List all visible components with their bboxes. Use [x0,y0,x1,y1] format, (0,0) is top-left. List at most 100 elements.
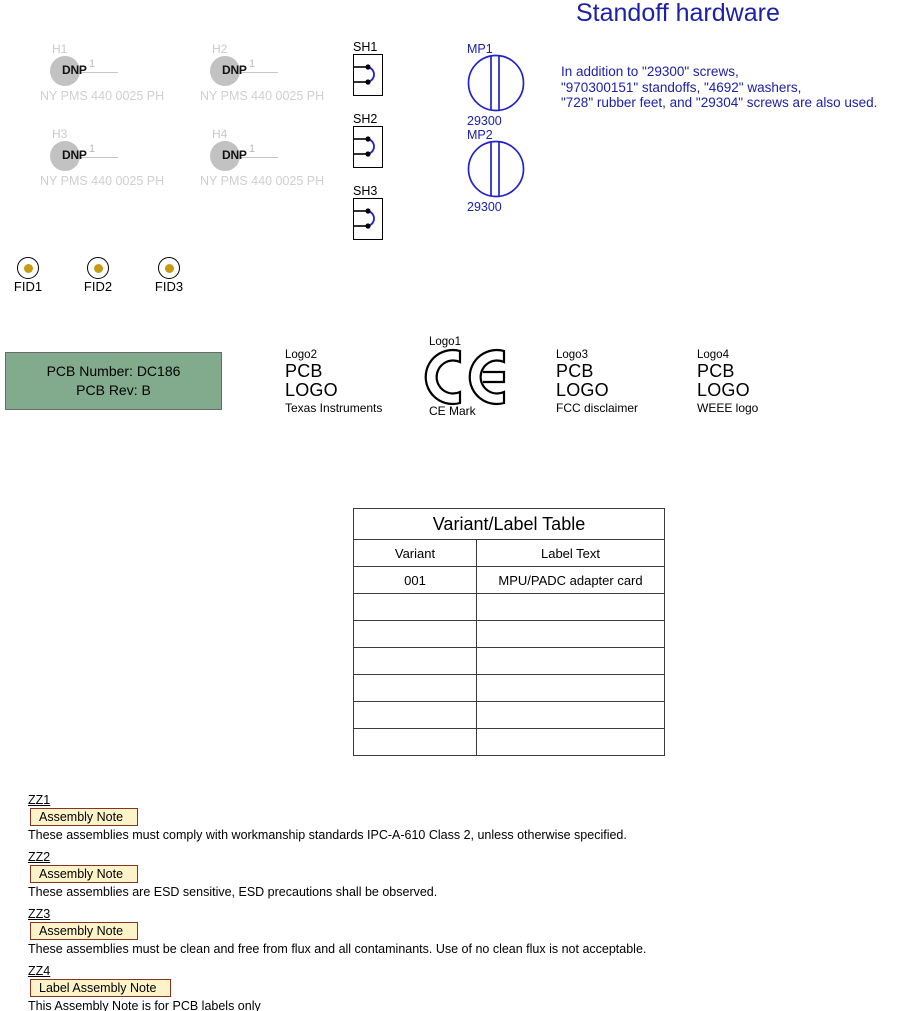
standoff-note-line-1: In addition to "29300" screws, [561,64,739,79]
assembly-note-zz1[interactable]: ZZ1 Assembly Note These assemblies must … [28,793,627,843]
assembly-note-ref: ZZ1 [28,793,51,807]
assembly-note-zz4[interactable]: ZZ4 Label Assembly Note This Assembly No… [28,964,261,1011]
pin-number: 1 [89,58,96,70]
cell-variant [353,647,477,675]
assembly-note-badge: Assembly Note [30,922,139,940]
dnp-marker: DNP [62,63,87,77]
component-mp2[interactable]: MP2 29300 [467,128,547,214]
assembly-note-zz3[interactable]: ZZ3 Assembly Note These assemblies must … [28,907,646,957]
assembly-note-ref: ZZ4 [28,964,51,978]
table-row[interactable] [353,647,665,675]
fiducial-icon [17,257,39,279]
ce-mark-icon [424,348,506,406]
logo-block-logo4[interactable]: Logo4 PCB LOGO WEEE logo [697,349,847,415]
pin-number: 1 [249,58,256,70]
assembly-note-ref: ZZ3 [28,907,51,921]
cell-variant [353,593,477,621]
table-row[interactable] [353,701,665,729]
page-title: Standoff hardware [576,0,780,27]
fiducial-icon [158,257,180,279]
table-row[interactable] [353,593,665,621]
logo-placeholder-line-1: PCB [697,361,735,381]
logo-block-logo3[interactable]: Logo3 PCB LOGO FCC disclaimer [556,349,706,415]
assembly-note-zz2[interactable]: ZZ2 Assembly Note These assemblies are E… [28,850,437,900]
assembly-note-text: This Assembly Note is for PCB labels onl… [28,999,261,1011]
table-title: Variant/Label Table [353,508,665,540]
logo-description: CE Mark [429,404,476,418]
shield-jumper-icon [354,64,375,85]
pcb-info-box: PCB Number: DC186 PCB Rev: B [5,352,222,410]
part-number-label: 29300 [467,114,502,128]
fiducial-icon [87,257,109,279]
table-title-row: Variant/Label Table [353,508,665,540]
part-number-label: NY PMS 440 0025 PH [40,174,165,188]
assembly-note-text: These assemblies must be clean and free … [28,942,647,956]
table-row[interactable] [353,620,665,648]
component-ref-designator: H4 [212,127,228,141]
component-ref-designator: SH1 [353,40,378,54]
assembly-note-badge: Assembly Note [30,865,139,883]
component-ref-designator: FID3 [154,279,184,294]
table-row[interactable] [353,674,665,702]
schematic-sheet: Standoff hardware H1 1 DNP NY PMS 440 00… [0,0,922,1011]
logo-description: WEEE logo [697,401,759,415]
component-fid2[interactable]: FID2 [84,257,117,297]
part-number-label: NY PMS 440 0025 PH [200,89,325,103]
logo-placeholder-line-2: LOGO [556,380,609,400]
shield-jumper-icon [354,208,375,229]
component-ref-designator: FID2 [83,279,113,294]
cell-label-text [476,701,665,729]
part-number-label: 29300 [467,200,502,214]
cell-variant [353,728,477,756]
dnp-marker: DNP [62,148,87,162]
cell-variant [353,701,477,729]
standoff-screw-icon [467,54,525,112]
cell-label-text [476,647,665,675]
cell-variant [353,620,477,648]
pin-number: 1 [89,143,96,155]
pin-number: 1 [249,143,256,155]
logo-placeholder-line-2: LOGO [697,380,750,400]
assembly-note-text: These assemblies must comply with workma… [28,828,627,842]
dnp-marker: DNP [222,63,247,77]
standoff-note: In addition to "29300" screws, "97030015… [561,64,877,111]
part-number-label: NY PMS 440 0025 PH [40,89,165,103]
component-h1[interactable]: H1 1 DNP NY PMS 440 0025 PH [40,42,220,112]
assembly-note-text: These assemblies are ESD sensitive, ESD … [28,885,438,899]
logo-ref-designator: Logo1 [429,336,461,348]
pcb-number-text: PCB Number: DC186 [46,363,181,379]
cell-label-text [476,728,665,756]
cell-variant: 001 [353,566,477,594]
component-sh3[interactable]: SH3 [353,184,393,242]
table-row[interactable] [353,728,665,756]
standoff-screw-icon [467,140,525,198]
logo-description: FCC disclaimer [556,401,639,415]
component-h3[interactable]: H3 1 DNP NY PMS 440 0025 PH [40,127,220,197]
component-mp1[interactable]: MP1 29300 [467,42,547,128]
component-fid1[interactable]: FID1 [14,257,47,297]
component-sh2[interactable]: SH2 [353,112,393,170]
cell-label-text [476,593,665,621]
component-ref-designator: FID1 [13,279,43,294]
component-ref-designator: H2 [212,42,228,56]
component-ref-designator: SH2 [353,112,378,126]
standoff-note-line-3: "728" rubber feet, and "29304" screws ar… [561,95,878,110]
variant-label-table: Variant/Label Table Variant Label Text 0… [353,508,665,756]
cell-label-text [476,620,665,648]
cell-label-text [476,674,665,702]
table-row[interactable]: 001 MPU/PADC adapter card [353,566,665,594]
component-fid3[interactable]: FID3 [155,257,188,297]
fiducial-dot-icon [93,263,103,273]
component-ref-designator: H3 [52,127,68,141]
assembly-note-badge: Assembly Note [30,808,139,826]
dnp-marker: DNP [222,148,247,162]
cell-variant [353,674,477,702]
component-ref-designator: H1 [52,42,68,56]
logo-block-logo1[interactable]: Logo1 CE Mark [412,336,522,426]
shield-jumper-icon [354,136,375,157]
pcb-rev-text: PCB Rev: B [76,382,151,398]
fiducial-dot-icon [164,263,174,273]
component-sh1[interactable]: SH1 [353,40,393,98]
table-header-row: Variant Label Text [353,539,665,567]
cell-label-text: MPU/PADC adapter card [476,566,665,594]
